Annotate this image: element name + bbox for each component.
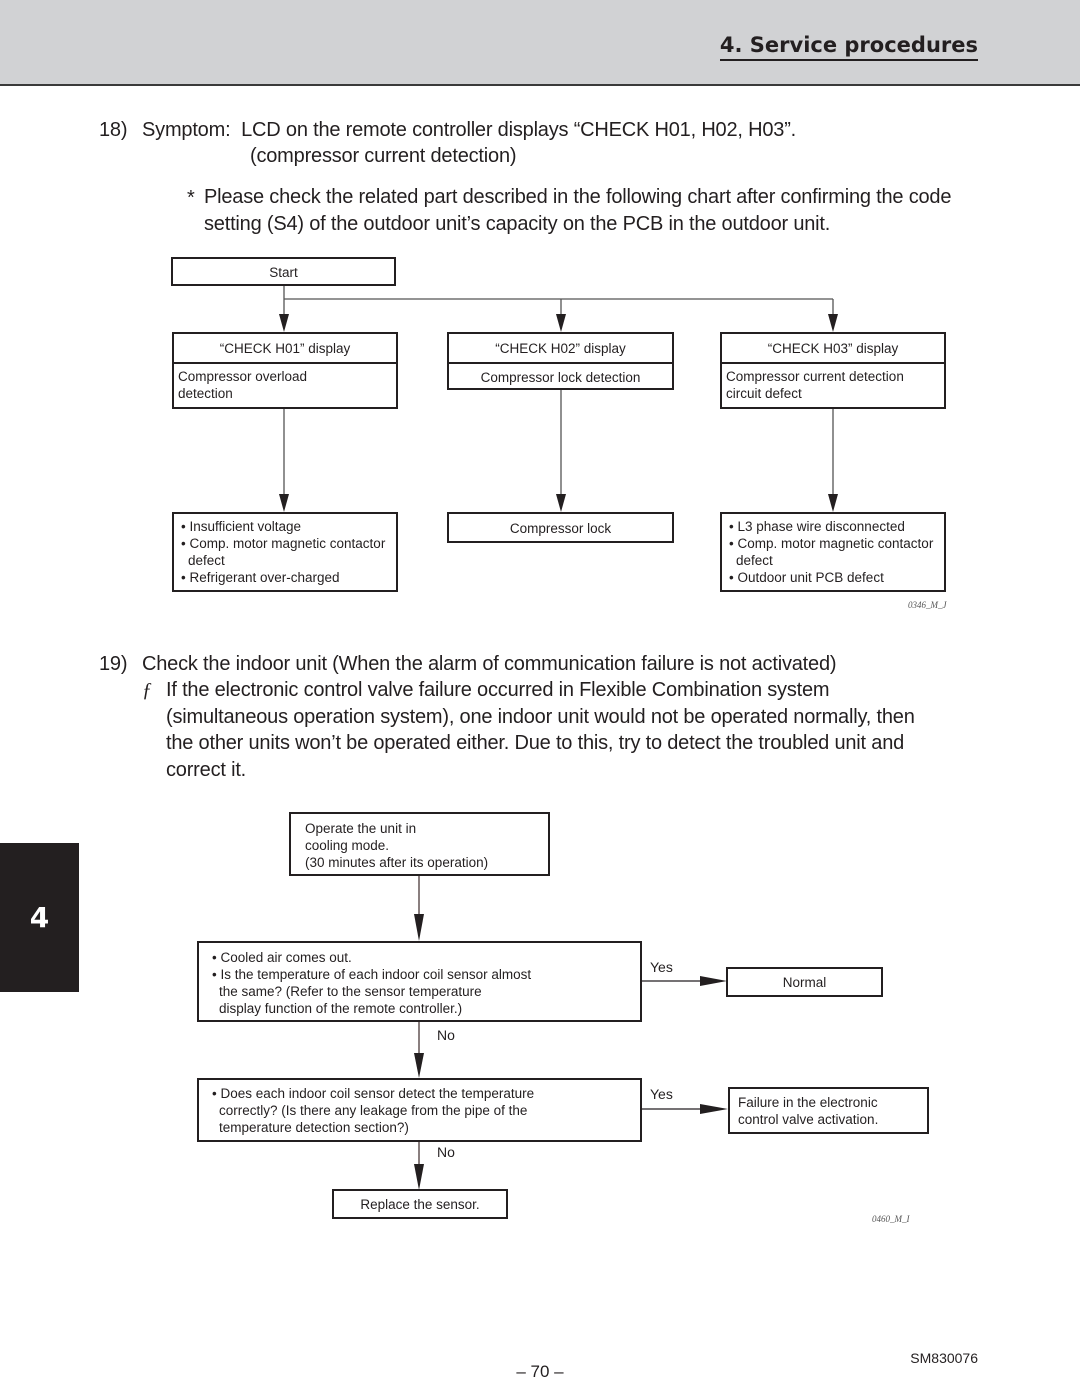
arrow-icon	[828, 299, 838, 332]
check-h03-head: “CHECK H03” display	[722, 334, 944, 364]
check1-bullet-1: Cooled air comes out.	[209, 949, 630, 966]
h01-causes-box: Insufficient voltage Comp. motor magneti…	[172, 512, 398, 592]
check-h02-head: “CHECK H02” display	[449, 334, 672, 364]
doc-code: SM830076	[910, 1350, 978, 1366]
arrow-icon	[828, 408, 838, 512]
check1-box: Cooled air comes out. Is the temperature…	[197, 941, 642, 1022]
check2-yes-label: Yes	[650, 1086, 673, 1102]
figure-id: 0460_M_I	[872, 1214, 910, 1224]
cause-item: Insufficient voltage	[178, 518, 392, 535]
valve-failure-box: Failure in the electronic control valve …	[728, 1087, 929, 1134]
operate-line: cooling mode.	[305, 838, 390, 853]
section19-body-1: If the electronic control valve failure …	[166, 679, 830, 701]
operate-line: (30 minutes after its operation)	[305, 855, 489, 870]
valve-failure-line: Failure in the electronic	[738, 1095, 878, 1110]
arrow-icon	[414, 1021, 424, 1078]
check-h01-head: “CHECK H01” display	[174, 334, 396, 364]
flow-start: Start	[171, 257, 396, 286]
check-h03-box: “CHECK H03” display Compressor current d…	[720, 332, 946, 409]
replace-sensor-box: Replace the sensor.	[332, 1189, 508, 1219]
normal-result-box: Normal	[726, 967, 883, 997]
section19-number: 19)	[99, 653, 128, 675]
check-h03-detail-1: Compressor current detection	[726, 369, 904, 384]
check1-bullet-2-cont: display function of the remote controlle…	[219, 1001, 463, 1016]
check-h03-detail-2: circuit defect	[726, 386, 802, 401]
valve-failure-line: control valve activation.	[738, 1112, 879, 1127]
check-h01-box: “CHECK H01” display Compressor overload …	[172, 332, 398, 409]
check1-bullet-2-cont: the same? (Refer to the sensor temperatu…	[219, 984, 482, 999]
arrow-icon	[556, 389, 566, 512]
arrow-icon	[414, 1141, 424, 1190]
cause-item: L3 phase wire disconnected	[726, 518, 940, 535]
bullet-marker: ƒ	[142, 679, 152, 701]
check1-yes-label: Yes	[650, 959, 673, 975]
arrow-right-icon	[641, 1104, 728, 1114]
cause-item: Compressor lock	[509, 521, 612, 536]
check-h01-detail-1: Compressor overload	[178, 369, 308, 384]
arrow-icon	[279, 299, 289, 332]
operate-line: Operate the unit in	[305, 821, 417, 836]
arrow-icon	[279, 408, 289, 512]
arrow-icon	[414, 875, 424, 941]
cause-item: Outdoor unit PCB defect	[726, 569, 940, 586]
check1-bullet-2: Is the temperature of each indoor coil s…	[209, 966, 630, 983]
h02-causes-box: Compressor lock	[447, 512, 674, 543]
arrow-right-icon	[641, 976, 727, 986]
cause-item: Comp. motor magnetic contactor defect	[178, 535, 392, 569]
section19-body-2: (simultaneous operation system), one ind…	[166, 706, 915, 728]
check2-line-3: temperature detection section?)	[219, 1120, 409, 1135]
flow-start-label: Start	[269, 265, 298, 280]
cause-item: Comp. motor magnetic contactor defect	[726, 535, 940, 569]
cause-item: Refrigerant over-charged	[178, 569, 392, 586]
check1-no-label: No	[437, 1027, 455, 1043]
check2-no-label: No	[437, 1144, 455, 1160]
check2-line-1: Does each indoor coil sensor detect the …	[209, 1085, 630, 1102]
check-h02-detail: Compressor lock detection	[480, 370, 641, 385]
normal-result: Normal	[782, 975, 827, 990]
section19-heading: Check the indoor unit (When the alarm of…	[142, 653, 837, 675]
replace-sensor: Replace the sensor.	[360, 1197, 480, 1212]
section19-body-3: the other units won’t be operated either…	[166, 732, 905, 754]
check-h01-detail-2: detection	[178, 386, 233, 401]
h03-causes-box: L3 phase wire disconnected Comp. motor m…	[720, 512, 946, 592]
figure-id: 0346_M_J	[908, 600, 947, 610]
check-h02-box: “CHECK H02” display Compressor lock dete…	[447, 332, 674, 390]
operate-step-box: Operate the unit in cooling mode. (30 mi…	[289, 812, 550, 876]
section19-body-4: correct it.	[166, 759, 247, 781]
arrow-icon	[556, 299, 566, 332]
check2-line-2: correctly? (Is there any leakage from th…	[219, 1103, 528, 1118]
check2-box: Does each indoor coil sensor detect the …	[197, 1078, 642, 1142]
